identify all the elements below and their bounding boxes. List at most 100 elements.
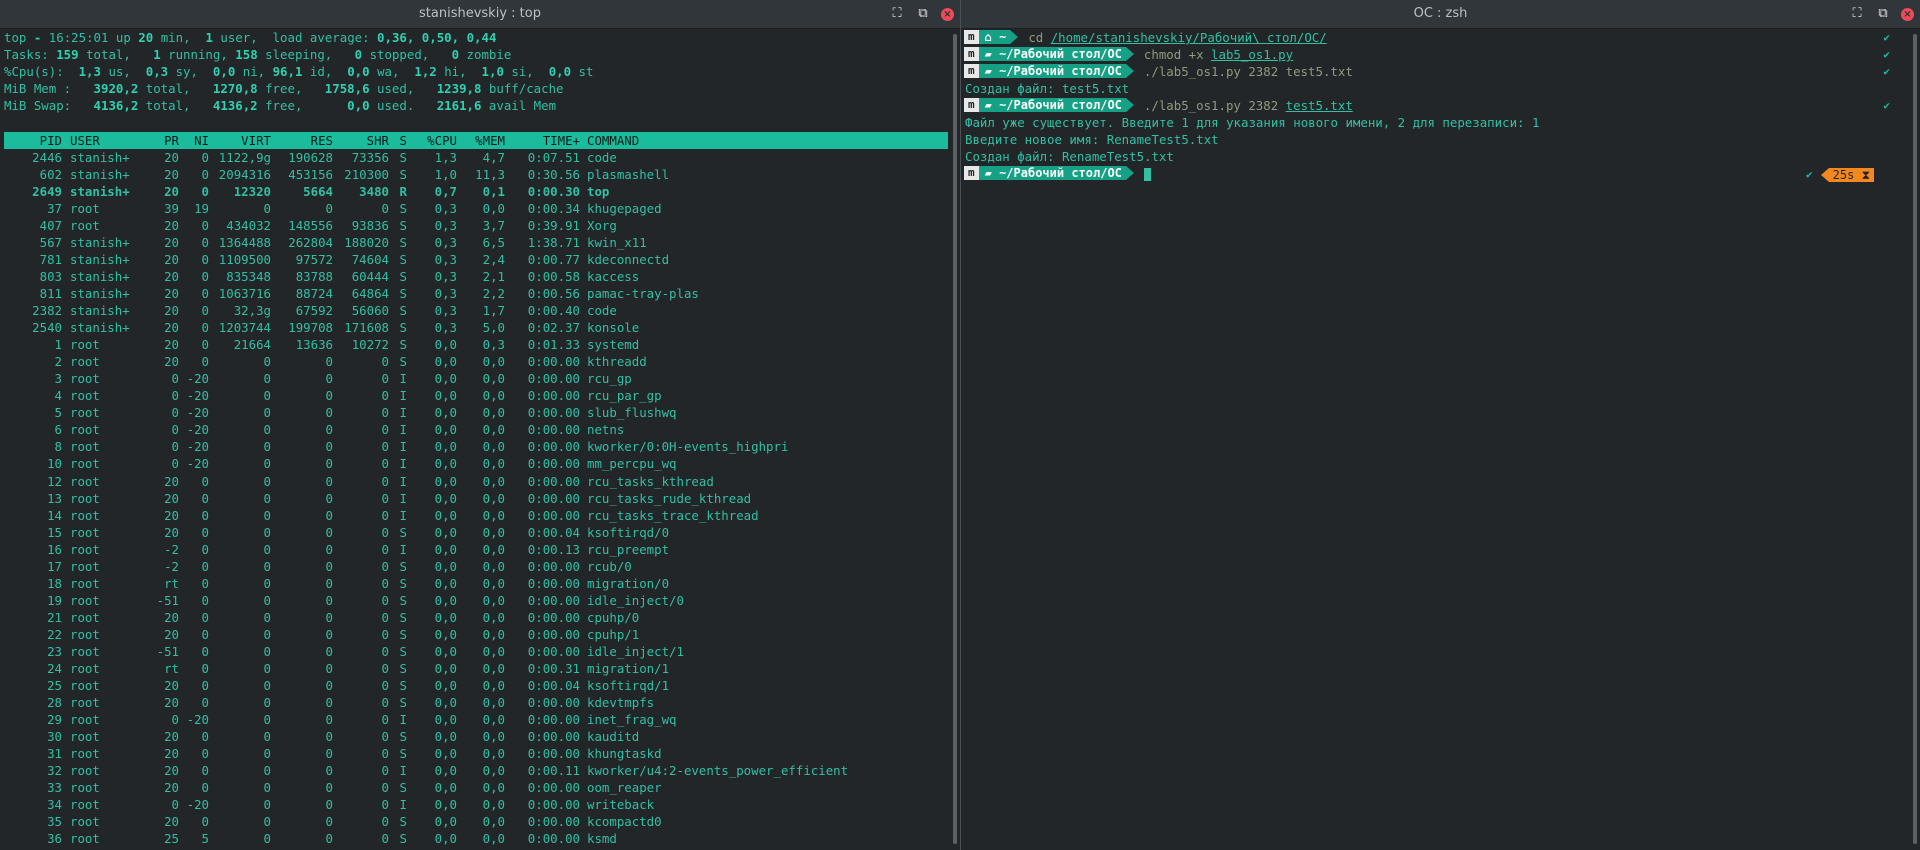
table-cell: S bbox=[399, 354, 407, 370]
table-cell: 3,7 bbox=[482, 217, 505, 233]
table-cell: 0,3 bbox=[434, 234, 457, 250]
table-cell: -20 bbox=[186, 797, 209, 813]
column-header[interactable]: %MEM bbox=[457, 132, 505, 149]
table-cell: 10 bbox=[47, 456, 62, 472]
table-row: 567 stanish+ 20 0 1364488 262804 188020 S 0,3 6,5… bbox=[4, 234, 948, 251]
table-cell: 1 bbox=[54, 337, 62, 353]
new-tab-icon[interactable]: ⧉ bbox=[915, 6, 931, 22]
table-cell: 0 bbox=[201, 320, 209, 336]
manjaro-icon: m bbox=[964, 47, 979, 61]
table-cell: root bbox=[70, 626, 100, 642]
table-cell: S bbox=[399, 831, 407, 847]
maximize-icon[interactable]: ⛶ bbox=[1849, 6, 1865, 22]
table-cell: stanish+ bbox=[70, 320, 130, 336]
command-path[interactable]: test5.txt bbox=[1286, 98, 1353, 113]
column-header[interactable]: RES bbox=[271, 132, 333, 149]
scrollbar[interactable] bbox=[1913, 34, 1917, 844]
table-cell: 0,0 bbox=[482, 797, 505, 813]
table-cell: ksoftirqd/0 bbox=[587, 524, 670, 540]
column-header[interactable]: SHR bbox=[333, 132, 389, 149]
table-cell: S bbox=[399, 678, 407, 694]
table-cell: 0,0 bbox=[434, 661, 457, 677]
command-path[interactable]: /home/stanishevskiy/Рабочий\ стол/ОС/ bbox=[1051, 30, 1327, 45]
table-cell: 3480 bbox=[359, 183, 389, 199]
scrollbar-thumb[interactable] bbox=[953, 34, 957, 844]
table-cell: 0 bbox=[325, 490, 333, 506]
table-cell: 0,0 bbox=[434, 507, 457, 523]
table-cell: I bbox=[399, 541, 407, 557]
command-line: m ▰ ~/Рабочий стол/ОС ./lab5_os1.py 2382 t… bbox=[964, 97, 1908, 114]
table-cell: 20 bbox=[164, 268, 179, 284]
table-row: 781 stanish+ 20 0 1109500 97572 74604 S 0,3 2,4 0:… bbox=[4, 251, 948, 268]
table-cell: 0 bbox=[263, 473, 271, 489]
table-cell: migration/0 bbox=[587, 575, 670, 591]
table-cell: 0:00.00 bbox=[527, 626, 580, 642]
table-cell: 781 bbox=[39, 251, 62, 267]
table-cell: 2,4 bbox=[482, 251, 505, 267]
table-cell: 0 bbox=[381, 746, 389, 762]
command-output: Создан файл: test5.txt bbox=[965, 81, 1130, 96]
column-header[interactable]: S bbox=[389, 132, 407, 149]
column-header[interactable]: NI bbox=[179, 132, 209, 149]
close-icon[interactable]: × bbox=[941, 7, 954, 21]
scrollbar-thumb[interactable] bbox=[1913, 34, 1917, 844]
table-cell: 0:00.00 bbox=[527, 814, 580, 830]
table-cell: rcub/0 bbox=[587, 558, 632, 574]
table-row: 2540 stanish+ 20 0 1203744 199708 171608 S 0,3 5,… bbox=[4, 319, 948, 336]
table-cell: 0 bbox=[325, 456, 333, 472]
command-path[interactable]: lab5_os1.py bbox=[1211, 47, 1293, 62]
directory-text: ~ bbox=[999, 30, 1007, 44]
table-cell: 0 bbox=[201, 149, 209, 165]
table-cell: 0 bbox=[263, 678, 271, 694]
column-header[interactable]: TIME+ bbox=[505, 132, 580, 149]
table-cell: 20 bbox=[164, 729, 179, 745]
column-header[interactable]: VIRT bbox=[209, 132, 271, 149]
table-cell: 0 bbox=[201, 507, 209, 523]
directory-text: ~/Рабочий стол/ОС bbox=[999, 166, 1122, 180]
table-cell: I bbox=[399, 712, 407, 728]
table-row: 602 stanish+ 20 0 2094316 453156 210300 S 1,0 11,… bbox=[4, 166, 948, 183]
table-cell: root bbox=[70, 456, 100, 472]
table-cell: 0 bbox=[381, 354, 389, 370]
table-cell: root bbox=[70, 797, 100, 813]
table-row: 22 root 20 0 0 0 0 S 0,0 0,0 0:00.00 cpuhp/1 bbox=[4, 626, 948, 643]
manjaro-icon: m bbox=[964, 30, 979, 44]
table-cell: 0 bbox=[201, 626, 209, 642]
table-cell: 0 bbox=[325, 626, 333, 642]
column-header[interactable]: COMMAND bbox=[580, 132, 887, 149]
text-cursor[interactable] bbox=[1143, 168, 1151, 181]
table-row: 21 root 20 0 0 0 0 S 0,0 0,0 0:00.00 cpuhp/0 bbox=[4, 609, 948, 626]
table-cell: 0,0 bbox=[482, 780, 505, 796]
column-header[interactable]: USER bbox=[62, 132, 145, 149]
column-header[interactable]: PID bbox=[4, 132, 62, 149]
table-row: 2382 stanish+ 20 0 32,3g 67592 56060 S 0,3 1,7 0:0… bbox=[4, 302, 948, 319]
close-icon[interactable]: × bbox=[1901, 7, 1914, 21]
terminal-output[interactable]: m ⌂ ~ cd /home/stanishevskiy/Рабочий\ стол… bbox=[961, 29, 1908, 850]
table-cell: 0 bbox=[381, 575, 389, 591]
table-cell: 0:00.04 bbox=[527, 524, 580, 540]
prompt-arrow bbox=[1010, 30, 1019, 44]
column-header[interactable]: PR bbox=[145, 132, 179, 149]
table-cell: 0,0 bbox=[434, 473, 457, 489]
table-cell: 0,3 bbox=[434, 268, 457, 284]
success-check-icon: ✔ bbox=[1883, 65, 1890, 78]
terminal-output[interactable]: top - 16:25:01 up 20 min, 1 user, load a… bbox=[0, 29, 948, 850]
column-header[interactable]: %CPU bbox=[407, 132, 457, 149]
table-row: 1 root 20 0 21664 13636 10272 S 0,0 0,3 0:01.33 sys… bbox=[4, 336, 948, 353]
table-cell: 0 bbox=[171, 456, 179, 472]
table-cell: S bbox=[399, 234, 407, 250]
active-prompt-line[interactable]: m ▰ ~/Рабочий стол/ОС ✔ 25s ⧗ bbox=[964, 165, 1908, 182]
table-cell: 0 bbox=[381, 541, 389, 557]
new-tab-icon[interactable]: ⧉ bbox=[1875, 6, 1891, 22]
table-cell: 2649 bbox=[32, 183, 62, 199]
table-cell: 0,0 bbox=[434, 609, 457, 625]
table-cell: 0 bbox=[263, 763, 271, 779]
success-check-icon: ✔ bbox=[1883, 48, 1890, 61]
table-cell: 93836 bbox=[351, 217, 389, 233]
table-cell: root bbox=[70, 200, 100, 216]
scrollbar[interactable] bbox=[953, 34, 957, 844]
table-cell: root bbox=[70, 712, 100, 728]
table-cell: 97572 bbox=[295, 251, 333, 267]
table-cell: S bbox=[399, 200, 407, 216]
maximize-icon[interactable]: ⛶ bbox=[889, 6, 905, 22]
